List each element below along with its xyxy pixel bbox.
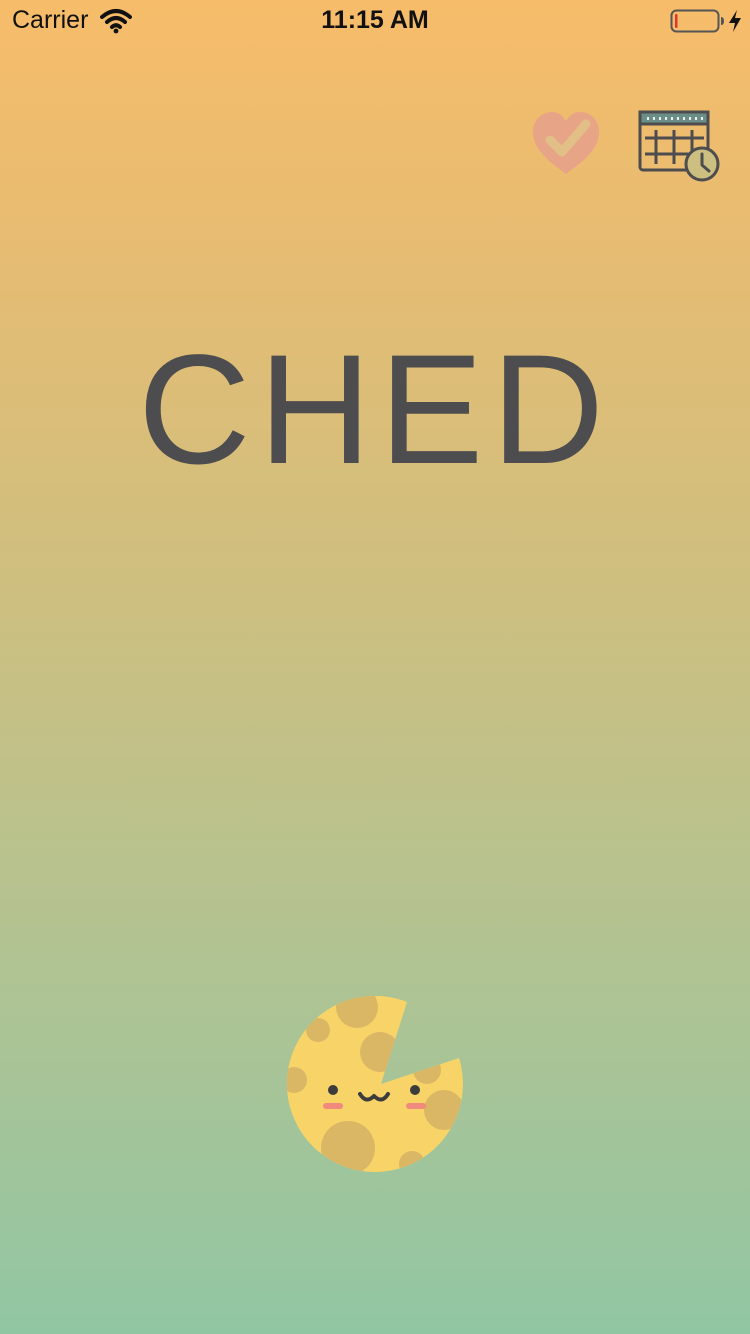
cheese-face-icon[interactable] [284,994,468,1178]
charging-bolt-icon [729,10,741,32]
app-title: CHED [137,323,613,497]
top-actions [0,108,750,188]
status-time: 11:15 AM [321,6,429,34]
heart-check-icon[interactable] [530,108,602,178]
status-bar: Carrier 11:15 AM [0,0,750,40]
battery-icon [670,9,724,33]
calendar-clock-icon[interactable] [636,108,722,184]
